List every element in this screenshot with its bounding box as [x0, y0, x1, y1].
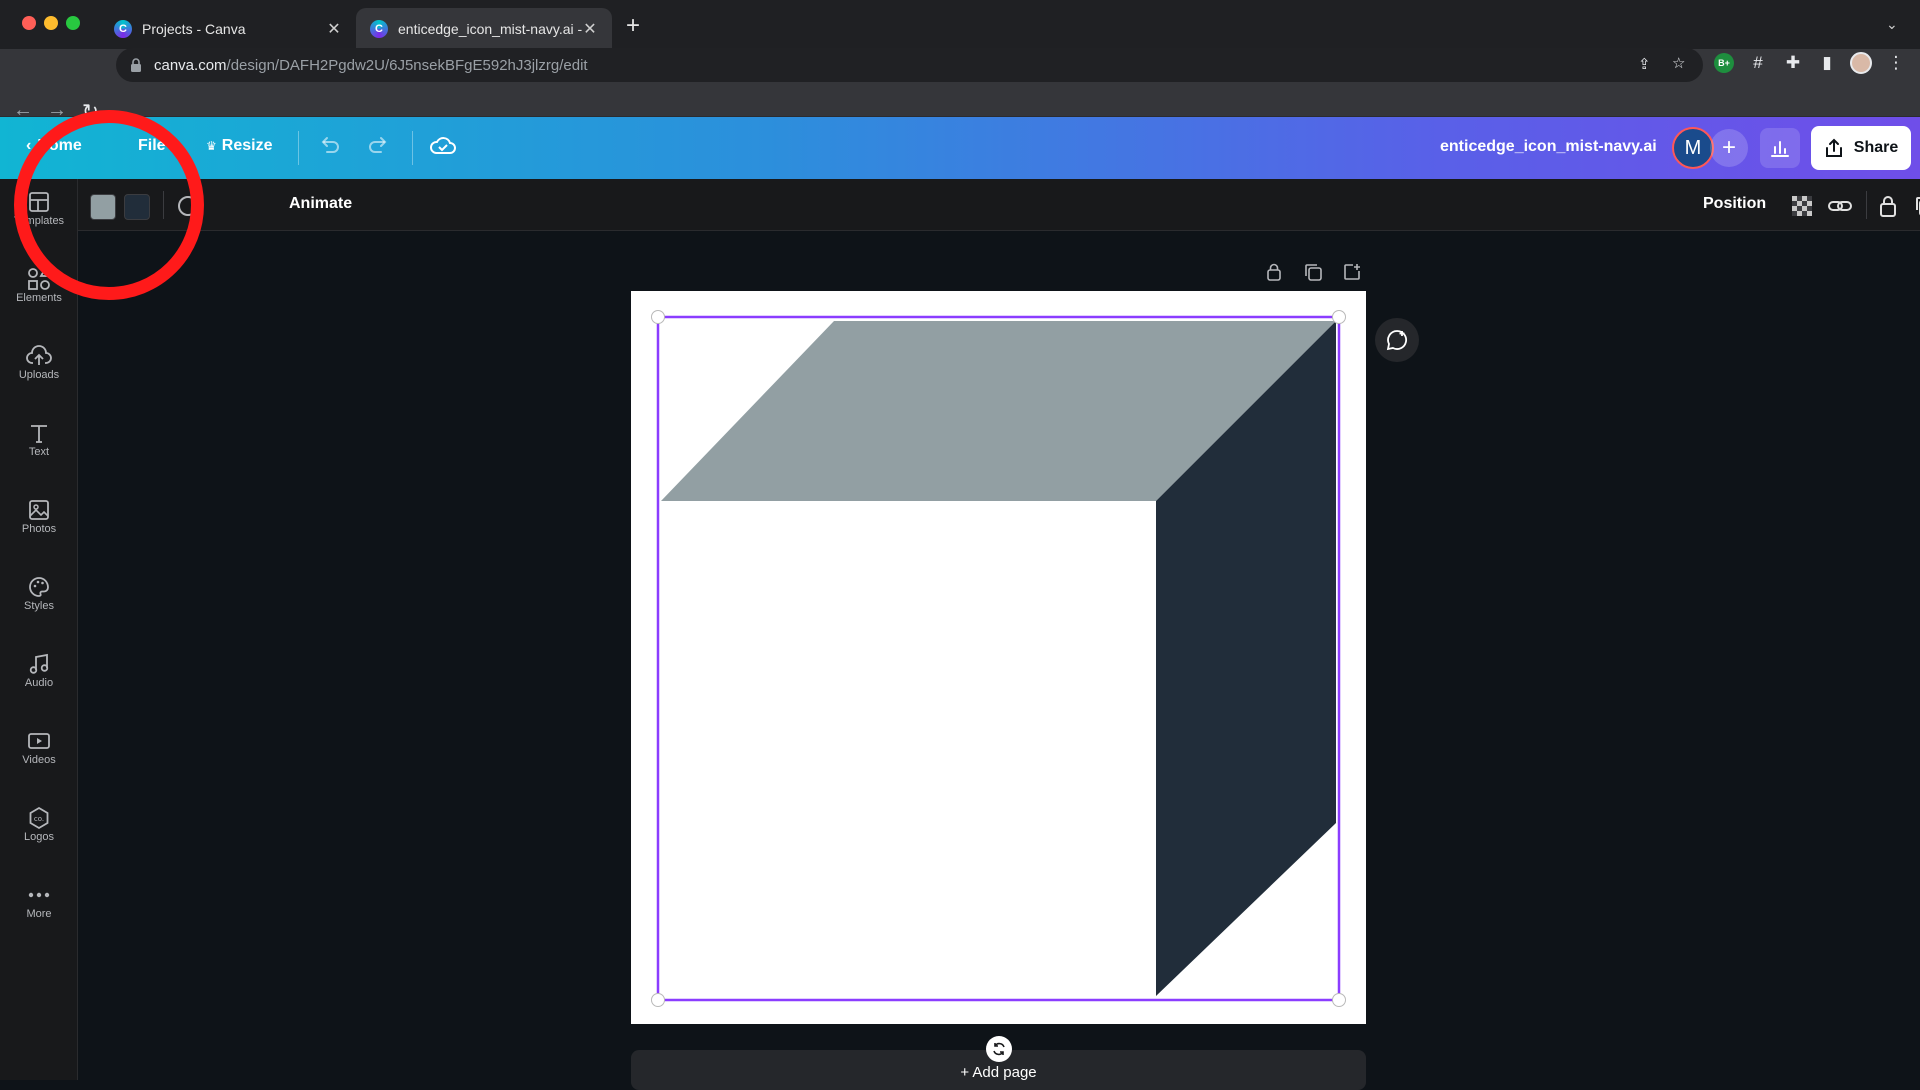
maximize-window-button[interactable]	[66, 16, 80, 30]
bar-chart-icon	[1771, 141, 1789, 157]
close-tab-icon[interactable]: ✕	[326, 19, 342, 39]
url-host: canva.com	[154, 56, 227, 74]
sidebar-item-label: More	[26, 908, 52, 920]
annotation-circle	[14, 110, 204, 300]
lock-icon[interactable]	[1874, 192, 1902, 220]
tab-projects[interactable]: C Projects - Canva ✕	[100, 8, 356, 49]
duplicate-icon[interactable]	[1911, 192, 1920, 220]
new-tab-button[interactable]: +	[626, 14, 640, 38]
logos-icon: co.	[27, 805, 51, 831]
puzzle-extensions-icon[interactable]: ✚	[1782, 52, 1804, 74]
sidebar-item-label: Styles	[24, 600, 54, 612]
add-collaborator-button[interactable]: +	[1710, 129, 1748, 167]
design-page[interactable]	[631, 291, 1366, 1024]
url-path: /design/DAFH2Pgdw2U/6J5nsekBFgE592hJ3jlz…	[226, 56, 588, 74]
hashtag-extension-icon[interactable]: #	[1747, 52, 1769, 74]
insights-button[interactable]	[1760, 128, 1800, 168]
cube-graphic[interactable]	[631, 291, 1366, 1024]
photos-icon	[28, 497, 50, 523]
page-duplicate-icon[interactable]	[1300, 259, 1326, 285]
videos-icon	[27, 728, 51, 754]
share-label: Share	[1853, 139, 1899, 156]
add-comment-button[interactable]	[1375, 318, 1419, 362]
extension-badge: B+	[1714, 53, 1734, 73]
left-sidebar: Templates Elements Uploads Text Photos S…	[0, 179, 78, 1080]
resize-handle[interactable]	[1332, 310, 1346, 324]
sidebar-item-label: Text	[28, 446, 50, 458]
divider	[1866, 191, 1867, 219]
audio-icon	[28, 651, 50, 677]
resize-button[interactable]: ♛ Resize	[206, 137, 272, 155]
share-button[interactable]: Share	[1811, 126, 1911, 170]
resize-handle[interactable]	[651, 310, 665, 324]
avatar[interactable]: M	[1672, 127, 1714, 169]
browser-menu-icon[interactable]: ⋮	[1885, 52, 1907, 74]
profile-avatar-icon[interactable]	[1850, 52, 1872, 74]
tab-title: Projects - Canva	[142, 20, 246, 37]
tab-design[interactable]: C enticedge_icon_mist-navy.ai - ✕	[356, 8, 612, 49]
share-page-icon[interactable]: ⇪	[1638, 55, 1651, 73]
resize-label: Resize	[221, 137, 273, 154]
redo-icon[interactable]	[366, 133, 392, 159]
tab-search-chevron-icon[interactable]: ⌄	[1886, 16, 1898, 33]
bookmark-star-icon[interactable]: ☆	[1672, 54, 1685, 72]
side-panel-icon[interactable]: ▮	[1816, 52, 1838, 74]
resize-handle[interactable]	[1332, 993, 1346, 1007]
sidebar-item-label: Audio	[24, 677, 54, 689]
tab-title: enticedge_icon_mist-navy.ai -	[398, 20, 582, 37]
page-add-icon[interactable]	[1339, 259, 1365, 285]
comment-plus-icon	[1386, 330, 1408, 351]
sidebar-item-text[interactable]: Text	[0, 410, 78, 480]
animate-button[interactable]: Animate	[289, 195, 352, 213]
sidebar-item-label: Uploads	[18, 369, 60, 381]
browser-toolbar: ← → ↻ canva.com/design/DAFH2Pgdw2U/6J5ns…	[0, 48, 1920, 123]
canva-favicon-icon: C	[114, 19, 132, 38]
svg-text:co.: co.	[34, 815, 44, 823]
sidebar-item-label: Videos	[22, 754, 56, 766]
browser-tab-bar: C Projects - Canva ✕ C enticedge_icon_mi…	[0, 0, 1920, 49]
undo-icon[interactable]	[316, 133, 342, 159]
sidebar-item-label: Elements	[16, 292, 62, 304]
crown-icon: ♛	[206, 139, 217, 153]
sidebar-item-uploads[interactable]: Uploads	[0, 333, 78, 403]
minimize-window-button[interactable]	[44, 16, 58, 30]
more-icon	[28, 882, 50, 908]
canva-favicon-icon: C	[370, 19, 388, 38]
close-window-button[interactable]	[22, 16, 36, 30]
close-tab-icon[interactable]: ✕	[582, 19, 598, 39]
transparency-icon[interactable]	[1788, 192, 1816, 220]
uploads-icon	[26, 343, 52, 369]
cloud-saved-icon[interactable]	[428, 133, 458, 159]
divider	[412, 131, 413, 165]
url-text: canva.com/design/DAFH2Pgdw2U/6J5nsekBFgE…	[154, 57, 588, 74]
divider	[298, 131, 299, 165]
context-toolbar: Animate Position	[78, 179, 1920, 231]
sidebar-item-audio[interactable]: Audio	[0, 641, 78, 711]
text-icon	[28, 420, 50, 446]
address-bar[interactable]: canva.com/design/DAFH2Pgdw2U/6J5nsekBFgE…	[116, 48, 1703, 82]
extension-badge-icon[interactable]: B+	[1713, 52, 1735, 74]
resize-handle[interactable]	[651, 993, 665, 1007]
page-lock-icon[interactable]	[1261, 259, 1287, 285]
upload-share-icon	[1825, 138, 1842, 157]
document-title[interactable]: enticedge_icon_mist-navy.ai	[1440, 138, 1657, 156]
sidebar-item-more[interactable]: More	[0, 872, 78, 942]
sidebar-item-videos[interactable]: Videos	[0, 718, 78, 788]
lock-icon	[131, 58, 141, 72]
sidebar-item-photos[interactable]: Photos	[0, 487, 78, 557]
sidebar-item-logos[interactable]: co. Logos	[0, 795, 78, 865]
link-icon[interactable]	[1826, 192, 1854, 220]
editor-header: ‹ Home File ♛ Resize enticedge_icon_mist-n…	[0, 117, 1920, 179]
sidebar-item-label: Photos	[21, 523, 57, 535]
sidebar-item-styles[interactable]: Styles	[0, 564, 78, 634]
position-button[interactable]: Position	[1703, 195, 1766, 213]
styles-icon	[28, 574, 50, 600]
refresh-icon[interactable]	[986, 1036, 1012, 1062]
sidebar-item-label: Logos	[24, 831, 54, 843]
